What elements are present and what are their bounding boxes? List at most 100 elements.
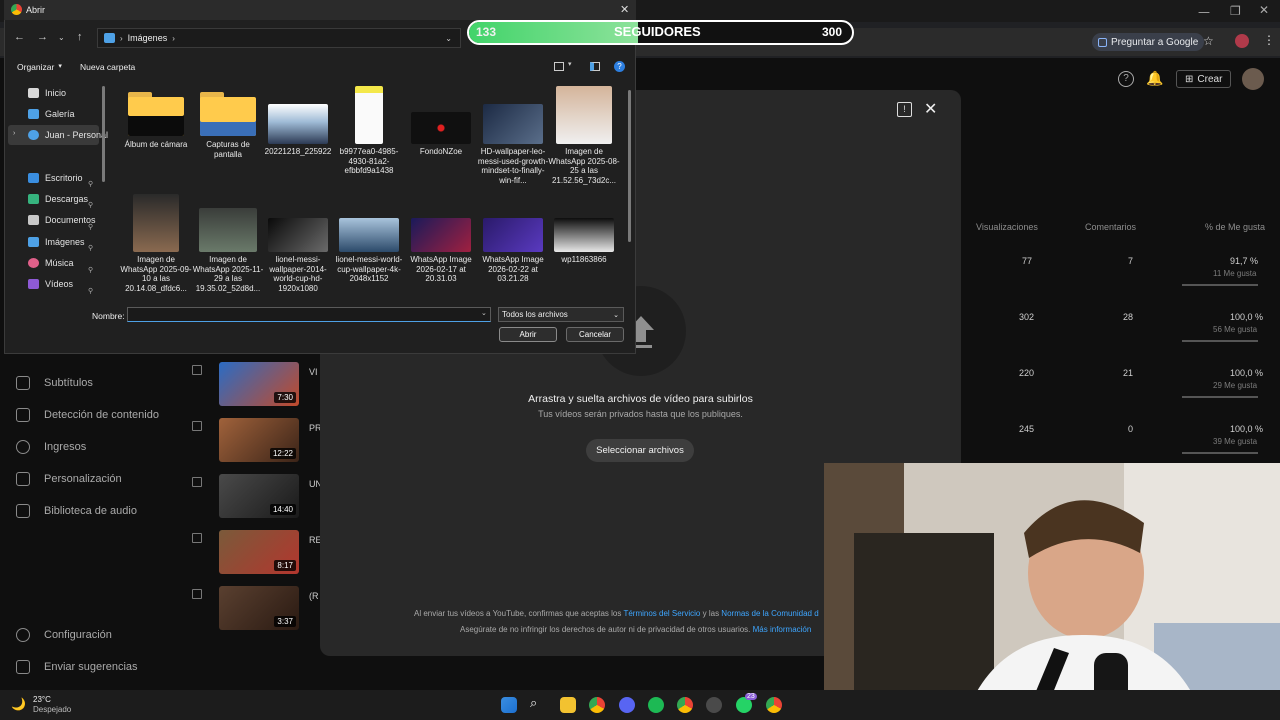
video-thumbnail[interactable]: 12:22 [219,418,299,462]
nav-item-desktop[interactable]: Escritorio [28,168,83,188]
preview-pane-icon[interactable] [590,62,600,71]
nav-item-gallery[interactable]: Galería [28,104,75,124]
terms-of-service-link[interactable]: Términos del Servicio [623,609,700,618]
file-tile[interactable]: Imagen de WhatsApp 2025-09-10 a las 20.1… [120,194,192,293]
address-dropdown-icon[interactable]: ⌄ [445,34,452,43]
view-chevron-icon[interactable]: ▾ [568,60,572,68]
close-window-icon[interactable]: ✕ [1259,3,1269,17]
video-thumbnail[interactable]: 8:17 [219,530,299,574]
video-thumbnail[interactable]: 3:37 [219,586,299,630]
minimize-icon[interactable]: — [1198,5,1210,19]
row-checkbox[interactable] [192,589,202,599]
sidebar-item-content-detection[interactable]: Detección de contenido [16,399,159,431]
file-name-dropdown-icon[interactable]: ⌄ [481,309,487,317]
create-button[interactable]: ⊞ Crear [1176,70,1232,88]
chrome-profile-icon[interactable] [677,697,693,713]
profile-avatar[interactable] [1235,34,1249,48]
help-icon[interactable]: ? [614,61,625,72]
file-name: Capturas de pantalla [206,140,250,159]
back-arrow-icon[interactable]: ← [14,31,25,43]
channel-avatar[interactable] [1242,68,1264,90]
bookmark-star-icon[interactable]: ☆ [1203,34,1214,48]
close-dialog-icon[interactable]: ✕ [924,99,937,119]
cancel-button[interactable]: Cancelar [566,327,624,342]
file-tile[interactable]: lionel-messi-wallpaper-2014-world-cup-hd… [262,194,334,293]
column-header-views[interactable]: Visualizaciones [976,222,1038,232]
sidebar-item-customization[interactable]: Personalización [16,463,122,495]
help-icon[interactable]: ? [1118,71,1134,87]
forward-arrow-icon[interactable]: → [37,31,48,43]
file-tile[interactable]: Imagen de WhatsApp 2025-08-25 a las 21.5… [548,86,620,185]
close-file-dialog-icon[interactable]: ✕ [620,3,629,16]
sidebar-item-feedback[interactable]: Enviar sugerencias [16,651,138,683]
report-icon[interactable]: ! [897,102,912,117]
files-scrollbar[interactable] [628,90,631,242]
search-icon[interactable]: ⌕ [530,695,537,711]
file-name: Álbum de cámara [124,140,188,149]
nav-item-pictures[interactable]: Imágenes [28,232,85,252]
file-tile[interactable]: b9977ea0-4985-4930-81a2-efbbfd9a1438 [333,86,405,176]
up-arrow-icon[interactable]: ↑ [77,31,83,43]
file-type-select[interactable]: Todos los archivos ⌄ [498,307,624,322]
nav-item-music[interactable]: Música [28,253,74,273]
file-name-input[interactable] [127,307,491,322]
row-checkbox[interactable] [192,533,202,543]
video-thumbnail[interactable]: 7:30 [219,362,299,406]
breadcrumb-current[interactable]: Imágenes [128,33,168,43]
file-tile[interactable]: lionel-messi-world-cup-wallpaper-4k-2048… [333,194,405,284]
feedback-icon [16,660,30,674]
nav-item-home[interactable]: Inicio [28,83,66,103]
weather-desc[interactable]: Despejado [33,705,71,714]
file-explorer-icon[interactable] [560,697,576,713]
file-tile[interactable]: HD-wallpaper-leo-messi-used-growth-minds… [477,86,549,185]
expand-chevron-icon[interactable]: › [13,130,15,137]
chrome-alt-icon[interactable] [706,697,722,713]
select-files-button[interactable]: Seleccionar archivos [586,439,694,462]
video-title[interactable]: VI [309,367,318,377]
start-icon[interactable] [501,697,517,713]
view-mode-icon[interactable] [554,62,564,71]
learn-more-link[interactable]: Más información [753,625,812,634]
file-tile[interactable]: WhatsApp Image 2026-02-17 at 20.31.03 [405,194,477,284]
row-checkbox[interactable] [192,421,202,431]
ask-google-button[interactable]: Preguntar a Google [1092,33,1205,51]
row-checkbox[interactable] [192,365,202,375]
pin-icons: ⚲ ⚲ ⚲ ⚲ ⚲ ⚲ [88,181,94,296]
sidebar-item-label: Subtítulos [44,377,93,389]
sidebar-item-subtitles[interactable]: Subtítulos [16,367,93,399]
new-folder-button[interactable]: Nueva carpeta [80,62,135,72]
sidebar-item-audio-library[interactable]: Biblioteca de audio [16,495,137,527]
nav-item-onedrive[interactable]: Juan - Personal [28,125,108,145]
community-guidelines-link[interactable]: Normas de la Comunidad d [721,609,818,618]
file-tile[interactable]: Álbum de cámara [120,86,192,150]
chrome-menu-icon[interactable]: ⋮ [1263,33,1275,47]
column-header-likes[interactable]: % de Me gusta [1205,222,1265,232]
nav-item-downloads[interactable]: Descargas [28,189,88,209]
file-tile[interactable]: Capturas de pantalla [192,86,264,159]
file-tile[interactable]: 20221218_225922 [262,86,334,157]
chrome-active-icon[interactable] [766,697,782,713]
video-thumbnail[interactable]: 14:40 [219,474,299,518]
nav-item-videos[interactable]: Vídeos [28,274,73,294]
file-tile[interactable]: FondoNZoe [405,86,477,157]
sidebar-item-earn[interactable]: Ingresos [16,431,86,463]
file-tile[interactable]: Imagen de WhatsApp 2025-11-29 a las 19.3… [192,194,264,293]
open-button[interactable]: Abrir [499,327,557,342]
recent-locations-icon[interactable]: ⌄ [58,33,65,42]
maximize-icon[interactable]: ❐ [1230,4,1241,18]
discord-icon[interactable] [619,697,635,713]
notifications-icon[interactable]: 🔔 [1146,70,1163,87]
nav-scrollbar[interactable] [102,86,105,182]
weather-temp[interactable]: 23°C [33,695,51,704]
column-header-comments[interactable]: Comentarios [1085,222,1136,232]
organize-button[interactable]: Organizar ▾ [17,62,62,72]
chrome-icon[interactable] [589,697,605,713]
nav-item-documents[interactable]: Documentos [28,210,96,230]
sidebar-item-settings[interactable]: Configuración [16,619,112,651]
file-tile[interactable]: wp11863866 [548,194,620,265]
row-checkbox[interactable] [192,477,202,487]
video-title[interactable]: (R [309,591,319,601]
spotify-icon[interactable] [648,697,664,713]
address-bar[interactable]: › Imágenes › ⌄ [97,28,461,48]
file-tile[interactable]: WhatsApp Image 2026-02-22 at 03.21.28 [477,194,549,284]
